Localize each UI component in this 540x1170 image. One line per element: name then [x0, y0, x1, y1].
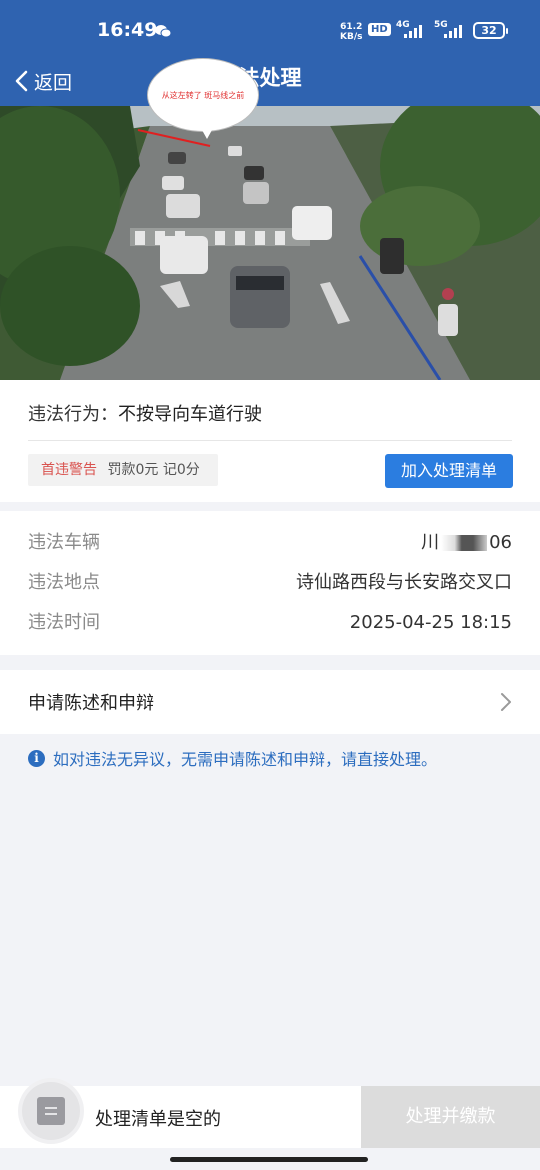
info-icon: i	[28, 749, 45, 767]
divider	[28, 440, 512, 441]
page-title: 法处理	[238, 66, 302, 90]
signal-bars-icon-2	[444, 24, 462, 38]
vehicle-label: 违法车辆	[28, 532, 100, 553]
battery-icon: 32	[473, 22, 508, 39]
penalty-points: 记0分	[162, 462, 200, 478]
signal-bars-icon	[404, 24, 422, 38]
traffic-scene-image	[0, 106, 540, 380]
plate-redaction	[441, 535, 488, 551]
process-and-pay-button[interactable]: 处理并缴款	[361, 1086, 540, 1148]
violation-behavior-label: 违法行为：	[28, 404, 118, 425]
location-row: 违法地点 诗仙路西段与长安路交叉口	[28, 568, 512, 598]
status-bar: 16:49 61.2 KB/s HD 4G 5G 32	[0, 0, 540, 56]
document-list-icon	[37, 1097, 65, 1125]
penalty-tag: 首违警告 罚款0元 记0分	[28, 454, 218, 486]
first-warning-label: 首违警告	[41, 462, 97, 478]
violation-behavior-value: 不按导向车道行驶	[118, 404, 262, 425]
home-indicator[interactable]	[170, 1157, 368, 1162]
violation-behavior: 违法行为：不按导向车道行驶	[28, 400, 262, 426]
chevron-right-icon	[501, 693, 511, 711]
time-label: 违法时间	[28, 612, 100, 633]
processing-list-button[interactable]	[22, 1082, 80, 1140]
time-value: 2025-04-25 18:15	[349, 612, 512, 633]
annotation-bubble: 从这左转了 斑马线之前	[147, 58, 259, 139]
time-row: 违法时间 2025-04-25 18:15	[28, 608, 512, 638]
fine-amount: 罚款0元	[107, 462, 159, 478]
violation-card: 违法行为：不按导向车道行驶 首违警告 罚款0元 记0分 加入处理清单	[0, 380, 540, 502]
hd-badge: HD	[368, 23, 391, 36]
bottom-action-bar: 处理清单是空的 处理并缴款	[0, 1082, 540, 1148]
details-card: 违法车辆 川 06 违法地点 诗仙路西段与长安路交叉口 违法时间 2025-04…	[0, 511, 540, 655]
nav-bar: 返回 法处理	[0, 56, 540, 106]
violation-photo[interactable]	[0, 106, 540, 380]
list-empty-text: 处理清单是空的	[95, 1109, 221, 1130]
vehicle-row: 违法车辆 川 06	[28, 528, 512, 558]
info-notice: i 如对违法无异议，无需申请陈述和申辩，请直接处理。	[28, 746, 437, 770]
network-speed: 61.2 KB/s	[340, 22, 363, 42]
vehicle-plate: 川 06	[421, 532, 512, 553]
location-value: 诗仙路西段与长安路交叉口	[296, 572, 512, 593]
wechat-icon	[155, 25, 172, 38]
location-label: 违法地点	[28, 572, 100, 593]
appeal-label: 申请陈述和申辩	[28, 693, 154, 714]
appeal-row[interactable]: 申请陈述和申辩	[0, 670, 540, 734]
clock: 16:49	[97, 19, 158, 41]
info-notice-text: 如对违法无异议，无需申请陈述和申辩，请直接处理。	[53, 750, 438, 769]
add-to-list-button[interactable]: 加入处理清单	[385, 454, 513, 488]
